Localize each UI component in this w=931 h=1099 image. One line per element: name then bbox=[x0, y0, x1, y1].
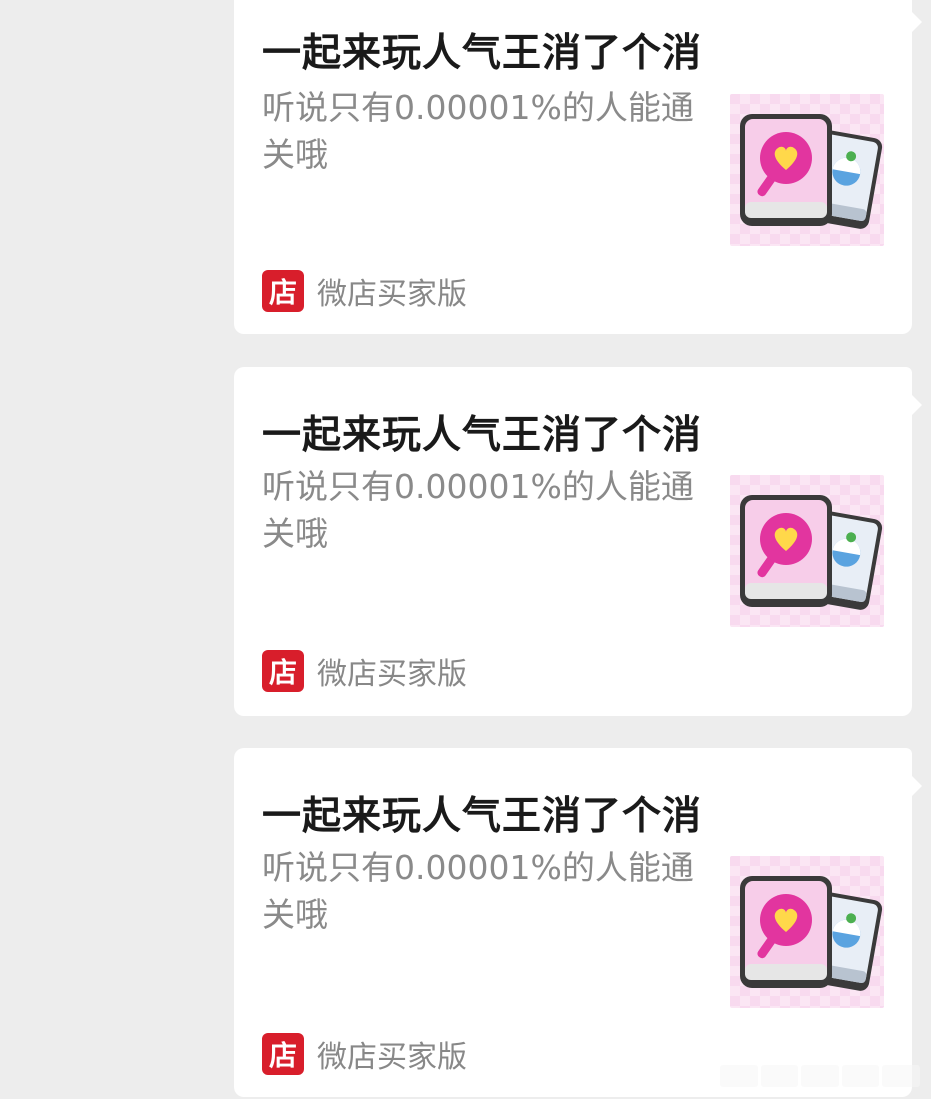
card-source: 店 微店买家版 bbox=[262, 650, 467, 692]
card-source: 店 微店买家版 bbox=[262, 270, 467, 312]
card-title: 一起来玩人气王消了个消 bbox=[262, 794, 703, 839]
watermark bbox=[720, 1065, 920, 1087]
card-description: 听说只有0.00001%的人能通关哦 bbox=[262, 88, 694, 174]
card-description: 听说只有0.00001%的人能通关哦 bbox=[262, 848, 694, 934]
share-card-2[interactable]: 一起来玩人气王消了个消 听说只有0.00001%的人能通关哦 店 微店买家版 bbox=[234, 367, 922, 716]
card-title: 一起来玩人气王消了个消 bbox=[262, 413, 703, 458]
share-card-1[interactable]: 一起来玩人气王消了个消 听说只有0.00001%的人能通关哦 店 微店买家版 bbox=[234, 0, 922, 334]
weidian-store-icon: 店 bbox=[262, 1033, 304, 1075]
card-source: 店 微店买家版 bbox=[262, 1033, 467, 1075]
source-app-name: 微店买家版 bbox=[317, 277, 467, 312]
heart-lollipop-tile-game-icon bbox=[730, 856, 884, 1008]
heart-lollipop-tile-game-icon bbox=[730, 94, 884, 246]
card-title: 一起来玩人气王消了个消 bbox=[262, 31, 703, 76]
card-description: 听说只有0.00001%的人能通关哦 bbox=[262, 467, 694, 553]
source-app-name: 微店买家版 bbox=[317, 1040, 467, 1075]
weidian-store-icon: 店 bbox=[262, 650, 304, 692]
weidian-store-icon: 店 bbox=[262, 270, 304, 312]
source-app-name: 微店买家版 bbox=[317, 657, 467, 692]
heart-lollipop-tile-game-icon bbox=[730, 475, 884, 627]
share-card-3[interactable]: 一起来玩人气王消了个消 听说只有0.00001%的人能通关哦 店 微店买家版 bbox=[234, 748, 922, 1097]
